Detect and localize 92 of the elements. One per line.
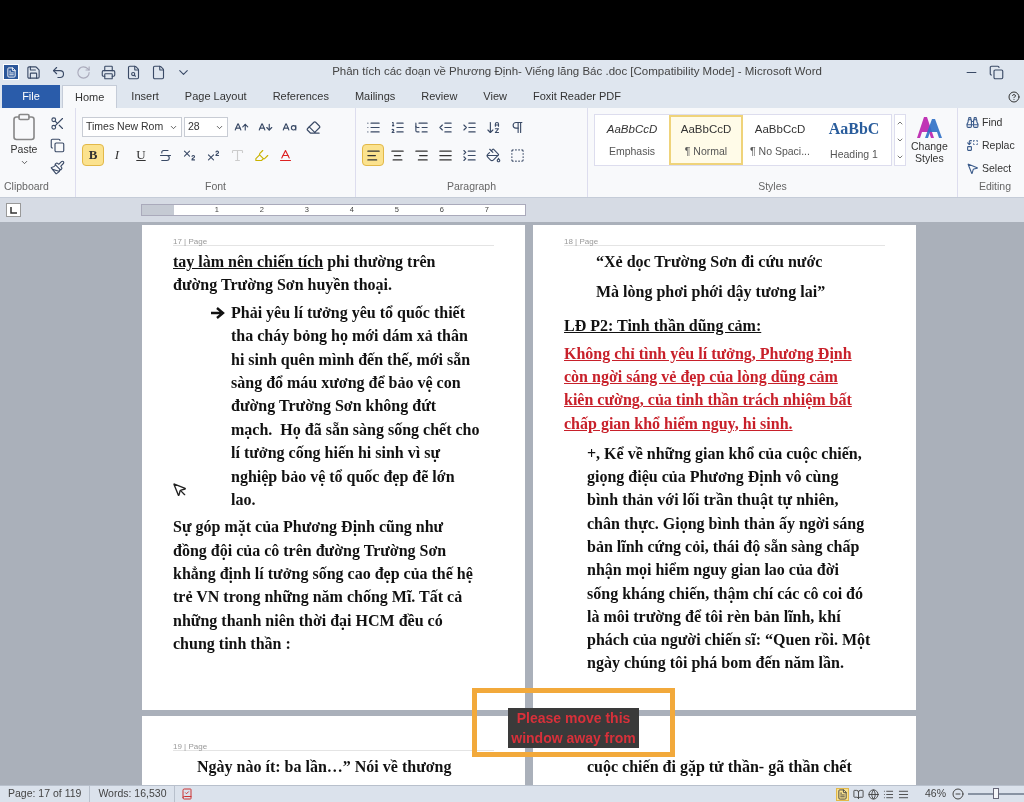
app-logo-icon	[3, 64, 19, 80]
highlighted-text: chấp gian khổ hiểm nguy, hi sinh.	[564, 414, 793, 432]
body-text: đường Trường Sơn không đứt	[231, 397, 437, 415]
change-styles-button[interactable]: Change Styles	[907, 114, 951, 166]
mouse-cursor-icon	[172, 482, 188, 498]
warning-text: Please move this	[516, 709, 631, 728]
font-size-dropdown[interactable]: 28	[184, 117, 228, 137]
zoom-out-icon[interactable]	[952, 788, 964, 800]
highlighted-text: kiên cường, của tinh thần trách nhiệm bất	[564, 391, 852, 409]
ribbon-tab[interactable]: Insert	[119, 85, 171, 108]
body-text: sàng đổ máu xương để bảo vệ con	[231, 373, 461, 391]
editing-button[interactable]: Find	[966, 112, 1024, 133]
highlighted-text: Không chỉ tình yêu lí tưởng, Phương Định	[564, 345, 852, 362]
align-button[interactable]	[362, 144, 384, 166]
body-text: phách của người chiến sĩ: “Quen rồi. Một	[587, 631, 871, 649]
warning-text: window away from	[511, 729, 636, 748]
style-tile[interactable]: AaBbCcD ¶ Normal	[669, 115, 743, 165]
body-text: sống kháng chiến, thậm chí các cô coi đó	[587, 584, 863, 602]
group-label: Clipboard	[3, 179, 50, 195]
body-text: tha cháy bỏng họ mới dám xả thân	[231, 327, 468, 345]
page-header-text: 17 | Page	[173, 237, 208, 246]
body-text: lao.	[231, 490, 256, 508]
editing-button[interactable]: Select	[966, 158, 1024, 179]
tab-selector-icon[interactable]	[6, 203, 21, 217]
page-count-text: Page: 17 of 119	[0, 786, 91, 802]
quote-text: Mà lòng phơi phới dậy tương lai”	[596, 283, 826, 300]
body-text: cuộc chiến đi gặp tử thần- gã thần chết	[587, 758, 852, 775]
format-button[interactable]: U	[130, 144, 152, 166]
ribbon-tab[interactable]: Mailings	[342, 85, 408, 108]
body-text: lí tưởng cống hiến hi sinh vì sự	[231, 444, 440, 462]
word-count-text: Words: 16,530	[90, 786, 176, 802]
body-text: chân thực. Giọng bình thản ấy ngời sáng	[587, 514, 865, 532]
replace-icon	[966, 139, 979, 152]
section-heading: LĐ P2: Tinh thần dũng cảm:	[564, 317, 762, 334]
ribbon-tab[interactable]: File	[2, 85, 60, 108]
body-text: Ngày nào ít: ba lần…” Nói về thương	[197, 758, 452, 775]
window-title: Phân tích các đoạn về Phương Định- Viếng lăng Bác .doc [Compatibility Mode] - Microsoft Word	[332, 65, 822, 78]
print-layout-icon[interactable]	[836, 787, 849, 801]
group-label: Font	[204, 179, 227, 195]
group-label: Styles	[757, 179, 788, 195]
pointer-icon	[966, 162, 979, 175]
ribbon-tab[interactable]: View	[471, 85, 519, 108]
body-text: hi sinh quên mình đến thế, mới sẵn	[231, 350, 471, 368]
highlighted-text: còn ngời sáng vẻ đẹp của lòng dũng cảm	[564, 368, 838, 386]
page-header-text: 18 | Page	[564, 237, 599, 246]
group-label: Paragraph	[445, 179, 497, 195]
format-button[interactable]: I	[106, 144, 128, 166]
ribbon-tab[interactable]: Home	[62, 85, 118, 108]
body-text: bình thản với lối trần thuật tự nhiên,	[587, 491, 839, 509]
body-text: chung tinh thần :	[173, 635, 291, 653]
style-tile[interactable]: AaBbCcD Emphasis	[595, 115, 669, 165]
editing-button[interactable]: Replac	[966, 135, 1024, 156]
ribbon-tab[interactable]: Page Layout	[172, 85, 259, 108]
body-text: Phải yêu lí tưởng yêu tổ quốc thiết	[231, 303, 466, 321]
body-text: mạch. Họ đã sẵn sàng sống chết cho	[231, 420, 480, 438]
body-text: nhận mọi hiểm nguy gian lao của đời	[587, 561, 840, 579]
style-tile[interactable]: AaBbCcD ¶ No Spaci...	[743, 115, 817, 165]
ribbon-tab[interactable]: References	[260, 85, 341, 108]
ribbon-tab[interactable]: Review	[409, 85, 470, 108]
body-text: +, Kể về những gian khổ của cuộc chiến,	[587, 444, 862, 462]
outline-icon[interactable]	[883, 788, 894, 800]
zoom-level-text: 46%	[925, 786, 946, 802]
full-screen-reading-icon[interactable]	[853, 788, 864, 800]
body-text: phi thường trên	[326, 253, 436, 270]
body-text: Sự góp mặt của Phương Định cũng như	[173, 518, 444, 536]
format-button[interactable]: B	[82, 144, 104, 166]
body-text: giọng điệu của Phương Định vô cùng	[587, 468, 839, 486]
body-text: nghiệp bảo vệ tổ quốc đẹp đẽ lớn	[231, 467, 455, 485]
group-label: Editing	[977, 179, 1013, 195]
web-layout-icon[interactable]	[868, 788, 879, 800]
body-text: những thanh niên thời đại HCM đều có	[173, 611, 443, 629]
quote-text: “Xẻ dọc Trường Sơn đi cứu nước	[596, 253, 823, 270]
body-text: khẳng định lí tưởng sống cao đẹp của thế hệ	[173, 565, 473, 583]
body-text: đường Trường Sơn huyền thoại.	[173, 276, 393, 294]
ribbon-tab[interactable]: Foxit Reader PDF	[521, 85, 634, 108]
body-text: trẻ VN trong những năm chống Mĩ. Tất cả	[173, 588, 463, 606]
styles-icon	[915, 114, 944, 140]
font-name-dropdown[interactable]: Times New Rom	[82, 117, 182, 137]
help-icon	[1008, 91, 1020, 103]
body-text: là môi trường để tôi rèn bản lĩnh, khí	[587, 607, 841, 625]
body-text: bản lĩnh cứng cỏi, thái độ sẵn sàng chấp	[587, 537, 860, 555]
ruler-margin	[142, 205, 174, 215]
body-text: đồng đội của cô trên đường Trường Sơn	[173, 541, 447, 559]
page-header-text: 19 | Page	[173, 742, 208, 751]
underlined-text: tay làm nên chiến tích	[173, 253, 324, 270]
body-text: ngày chúng tôi phá bom đến năm lần.	[587, 654, 844, 672]
binoculars-icon	[966, 116, 979, 129]
style-tile[interactable]: AaBbC Heading 1	[817, 115, 891, 165]
zoom-slider-thumb[interactable]	[993, 788, 999, 799]
arrow-bullet-icon	[211, 306, 225, 319]
paste-button[interactable]: Paste	[6, 112, 42, 180]
draft-icon[interactable]	[898, 788, 909, 800]
